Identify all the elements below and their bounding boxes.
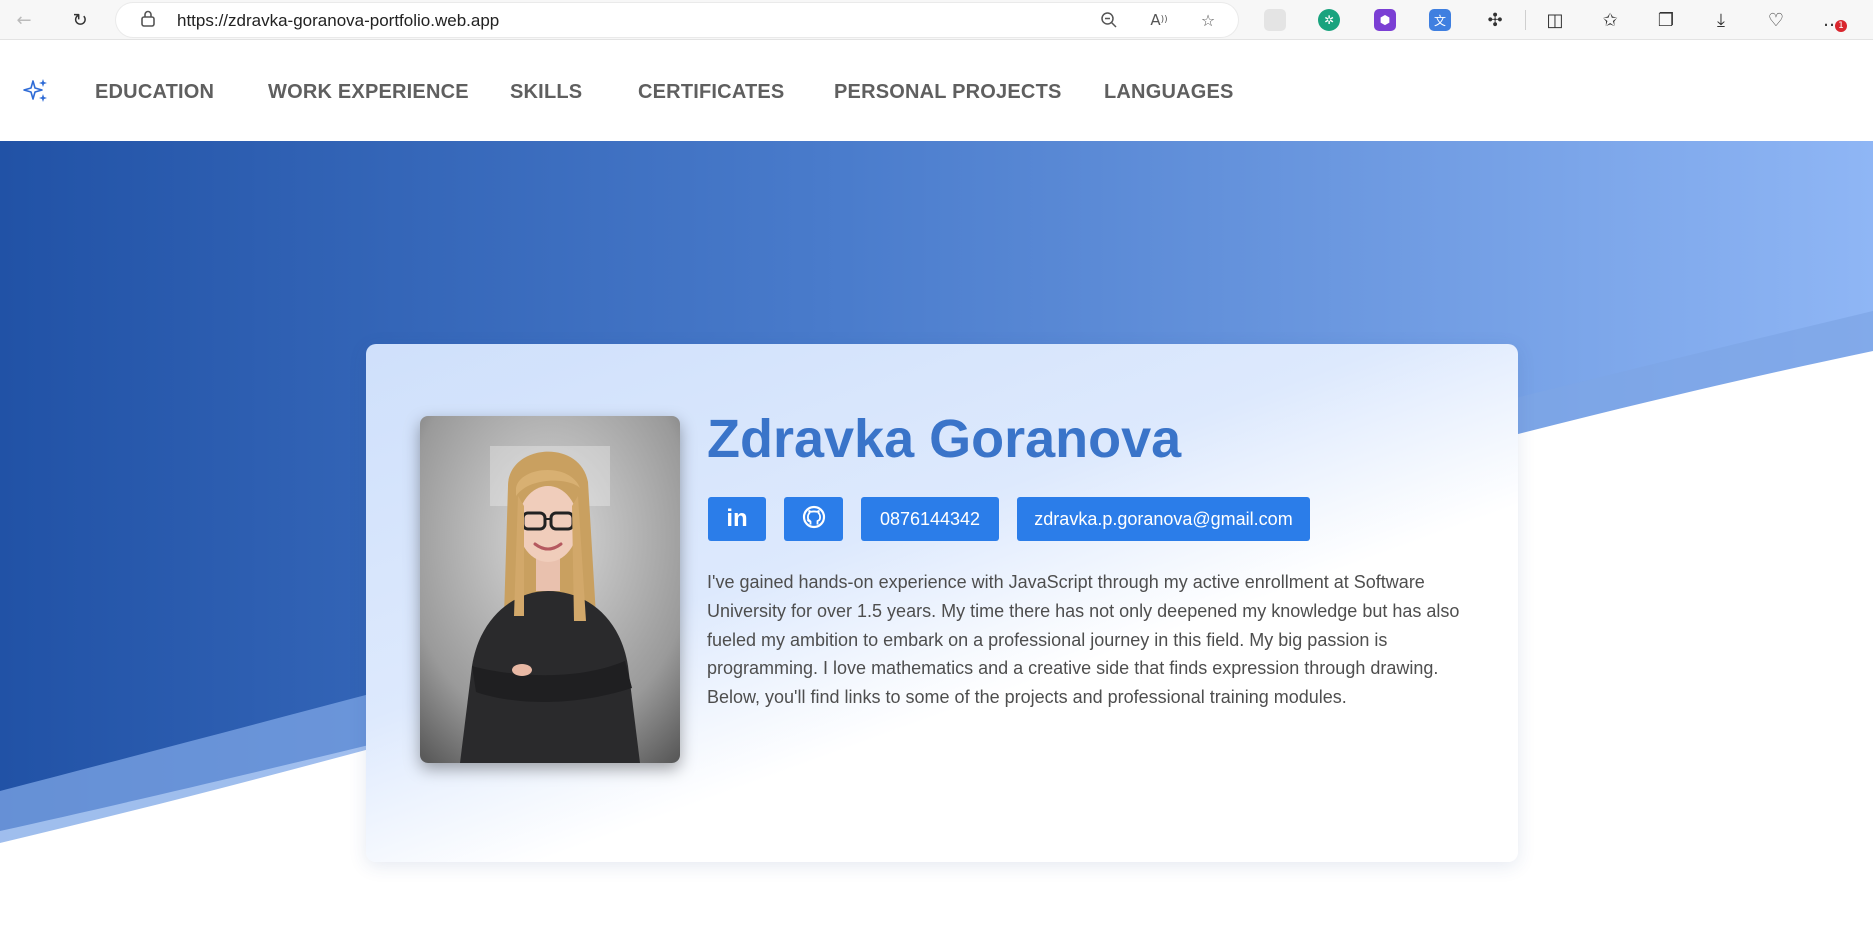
nav-item-languages[interactable]: LANGUAGES xyxy=(1104,81,1234,104)
nav-item-work-experience[interactable]: WORK EXPERIENCE xyxy=(268,81,469,104)
nav-item-education[interactable]: EDUCATION xyxy=(95,81,214,104)
browser-essentials-icon[interactable]: ♡ xyxy=(1764,8,1788,32)
github-button[interactable] xyxy=(784,497,843,541)
back-icon[interactable]: ← xyxy=(12,8,36,32)
nav-item-personal-projects[interactable]: PERSONAL PROJECTS xyxy=(834,81,1062,104)
toolbar-separator xyxy=(1525,10,1526,30)
purple-extension-icon[interactable]: ⬢ xyxy=(1374,9,1396,31)
address-bar[interactable]: https://zdravka-goranova-portfolio.web.a… xyxy=(116,3,1238,37)
lock-icon xyxy=(140,9,156,32)
profile-name: Zdravka Goranova xyxy=(707,409,1182,469)
github-icon xyxy=(802,505,826,534)
linkedin-button[interactable]: in xyxy=(708,497,766,541)
sparkles-icon[interactable] xyxy=(22,77,50,105)
linkedin-icon: in xyxy=(726,505,748,532)
url-text: https://zdravka-goranova-portfolio.web.a… xyxy=(177,11,500,30)
extensions-puzzle-icon[interactable]: ✣ xyxy=(1483,8,1507,32)
zoom-out-icon[interactable] xyxy=(1097,8,1121,32)
profile-card: Zdravka Goranova in 0876144342 zdravka.p… xyxy=(366,344,1518,862)
notification-badge: 1 xyxy=(1835,20,1847,32)
favorite-star-icon[interactable]: ☆ xyxy=(1196,8,1220,32)
split-screen-icon[interactable]: ◫ xyxy=(1543,8,1567,32)
read-aloud-icon[interactable]: A)) xyxy=(1147,8,1171,32)
reload-icon[interactable]: ↻ xyxy=(68,8,92,32)
downloads-icon[interactable]: ⤓ xyxy=(1709,8,1733,32)
email-button[interactable]: zdravka.p.goranova@gmail.com xyxy=(1017,497,1310,541)
site-navbar: EDUCATION WORK EXPERIENCE SKILLS CERTIFI… xyxy=(0,41,1873,141)
collections-icon[interactable]: ❐ xyxy=(1654,8,1678,32)
favorites-icon[interactable]: ✩ xyxy=(1598,8,1622,32)
nav-item-skills[interactable]: SKILLS xyxy=(510,81,582,104)
phone-button[interactable]: 0876144342 xyxy=(861,497,999,541)
extension-placeholder-icon[interactable] xyxy=(1264,9,1286,31)
profile-bio: I've gained hands-on experience with Jav… xyxy=(707,572,1460,708)
translate-extension-icon[interactable]: 文 xyxy=(1429,9,1451,31)
browser-toolbar: ← ↻ https://zdravka-goranova-portfolio.w… xyxy=(0,0,1873,40)
nav-item-certificates[interactable]: CERTIFICATES xyxy=(638,81,784,104)
chatgpt-extension-icon[interactable]: ✲ xyxy=(1318,9,1340,31)
profile-photo xyxy=(420,416,680,763)
